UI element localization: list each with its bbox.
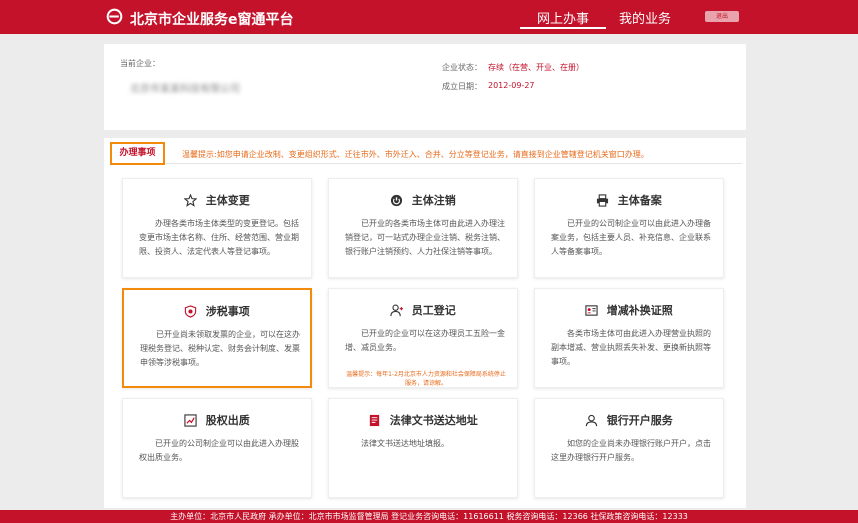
star-badge-icon — [184, 193, 198, 207]
card-title: 主体变更 — [205, 194, 250, 207]
service-card-entity-change[interactable]: 主体变更 办理各类市场主体类型的变更登记。包括变更市场主体名称、住所、经营范围、… — [122, 178, 312, 278]
card-description: 已开业的各类市场主体可由此进入办理注销登记，可一站式办理企业注销、税务注销、银行… — [345, 219, 505, 256]
card-description: 已开业的公司制企业可以由此进入办理股权出质业务。 — [139, 439, 299, 462]
nav-my-business[interactable]: 我的业务 — [619, 8, 671, 27]
card-description: 已开业的公司制企业可以由此进入办理备案业务，包括主要人员、补充信息、企业联系人等… — [551, 219, 711, 256]
license-icon — [585, 304, 598, 316]
site-title: 北京市企业服务e窗通平台 — [130, 12, 294, 28]
company-name: 北京市某某科技有限公司 — [130, 84, 240, 95]
card-title: 主体备案 — [617, 194, 662, 207]
services-panel: 办理事项 温馨提示:如您申请企业改制、变更组织形式、迁往市外、市外迁入、合并、分… — [104, 138, 746, 508]
service-card-bank-account[interactable]: 银行开户服务 如您的企业尚未办理银行账户开户，点击这里办理银行开户服务。 — [534, 398, 724, 498]
power-icon — [391, 194, 403, 206]
bank-user-icon — [586, 414, 598, 426]
e-logo-icon — [106, 8, 123, 25]
nav-online-service[interactable]: 网上办事 — [537, 8, 589, 27]
card-description: 已开业的企业可以在这办理员工五险一金增、减员业务。 — [345, 329, 505, 352]
logout-button[interactable]: 退出 — [705, 11, 739, 22]
card-description: 办理各类市场主体类型的变更登记。包括变更市场主体名称、住所、经营范围、营业期限、… — [139, 219, 299, 256]
company-status-label: 企业状态： — [442, 63, 482, 72]
service-card-license-change[interactable]: 增减补换证照 各类市场主体可由此进入办理营业执照的副本增减、营业执照丢失补发、更… — [534, 288, 724, 388]
warm-tip: 温馨提示:如您申请企业改制、变更组织形式、迁往市外、市外迁入、合并、分立等登记业… — [182, 150, 649, 159]
card-description: 法律文书送达地址填报。 — [361, 439, 449, 448]
service-card-employee-registration[interactable]: 员工登记 已开业的企业可以在这办理员工五险一金增、减员业务。 温馨提示：每年1-… — [328, 288, 518, 388]
footer-bar: 主办单位：北京市人民政府 承办单位：北京市市场监督管理局 登记业务咨询电话：11… — [0, 510, 858, 523]
document-icon — [370, 414, 380, 426]
card-description: 如您的企业尚未办理银行账户开户，点击这里办理银行开户服务。 — [551, 439, 711, 462]
service-card-entity-filing[interactable]: 主体备案 已开业的公司制企业可以由此进入办理备案业务，包括主要人员、补充信息、企… — [534, 178, 724, 278]
card-title: 涉税事项 — [205, 305, 250, 318]
card-title: 银行开户服务 — [606, 414, 673, 427]
service-card-equity-pledge[interactable]: 股权出质 已开业的公司制企业可以由此进入办理股权出质业务。 — [122, 398, 312, 498]
establish-date-label: 成立日期： — [442, 82, 482, 91]
tab-divider — [165, 163, 742, 164]
tab-services[interactable]: 办理事项 — [110, 142, 165, 165]
card-title: 主体注销 — [411, 194, 456, 207]
card-title: 增减补换证照 — [606, 304, 673, 317]
card-description: 已开业尚未领取发票的企业，可以在这办理税务登记、税种认定、财务会计制度、发票申领… — [140, 330, 300, 367]
service-card-legal-address[interactable]: 法律文书送达地址 法律文书送达地址填报。 — [328, 398, 518, 498]
nav-active-indicator — [520, 27, 606, 29]
company-info-panel: 当前企业： 北京市某某科技有限公司 企业状态： 存续（在营、开业、在册） 成立日… — [104, 44, 746, 130]
user-add-icon — [390, 304, 404, 316]
card-title: 法律文书送达地址 — [389, 414, 478, 427]
equity-chart-icon — [184, 413, 197, 427]
service-card-tax-matters[interactable]: 涉税事项 已开业尚未领取发票的企业，可以在这办理税务登记、税种认定、财务会计制度… — [122, 288, 312, 388]
service-card-entity-cancel[interactable]: 主体注销 已开业的各类市场主体可由此进入办理注销登记，可一站式办理企业注销、税务… — [328, 178, 518, 278]
card-title: 员工登记 — [411, 304, 456, 317]
card-warning-note: 温馨提示：每年1-2月北京市人力资源和社会保障局系统停止服务，请谅解。 — [346, 371, 506, 387]
current-company-label: 当前企业： — [120, 59, 160, 68]
printer-icon — [597, 193, 609, 207]
top-header: 北京市企业服务e窗通平台 网上办事 我的业务 退出 — [0, 0, 858, 34]
tax-shield-icon — [185, 304, 197, 318]
establish-date-value: 2012-09-27 — [488, 81, 535, 90]
company-status-value: 存续（在营、开业、在册） — [488, 63, 584, 72]
card-title: 股权出质 — [205, 414, 250, 427]
card-description: 各类市场主体可由此进入办理营业执照的副本增减、营业执照丢失补发、更换新执照等事项… — [551, 329, 711, 366]
